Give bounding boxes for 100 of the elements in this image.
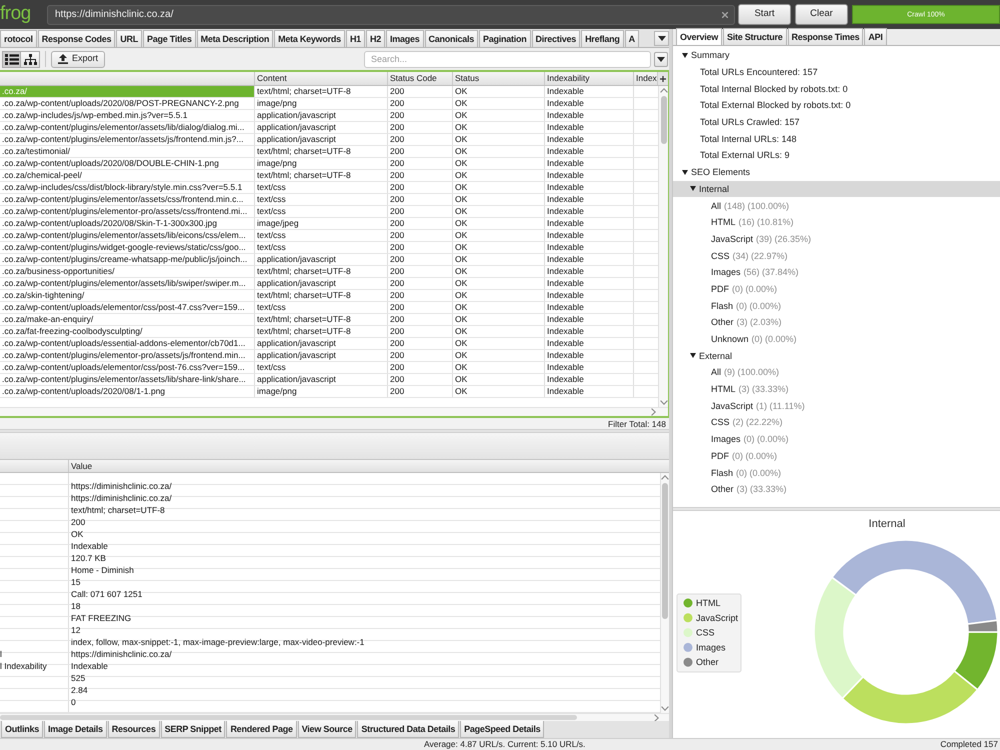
scroll-right-icon[interactable]	[654, 714, 659, 722]
view-toggle-button[interactable]	[2, 50, 21, 68]
tab[interactable]: Response Codes	[38, 30, 116, 47]
url-field[interactable]: https://diminishclinic.co.za/	[47, 4, 735, 24]
tab[interactable]: Meta Keywords	[274, 30, 345, 47]
tree-item[interactable]: Other (3) (2.03%)	[673, 314, 1000, 331]
tree-item[interactable]: JavaScript (39) (26.35%)	[673, 230, 1000, 248]
tree-item[interactable]: Total External URLs: 9	[673, 147, 1000, 164]
tab[interactable]: Outlinks	[1, 721, 44, 738]
triangle-down-icon[interactable]	[682, 52, 688, 58]
horizontal-scrollbar[interactable]	[0, 713, 669, 721]
triangle-down-icon[interactable]	[682, 170, 688, 175]
tab[interactable]: URL	[116, 30, 142, 47]
tree-item[interactable]: HTML (3) (33.33%)	[673, 380, 1000, 398]
tree-item[interactable]: Total External Blocked by robots.txt: 0	[673, 97, 1000, 114]
tree-item[interactable]: All (148) (100.00%)	[673, 197, 1000, 214]
column-header[interactable]: Status	[453, 72, 545, 85]
tab[interactable]: PageSpeed Details	[460, 721, 544, 738]
triangle-down-icon[interactable]	[690, 353, 696, 358]
tree-item[interactable]: Total URLs Crawled: 157	[673, 114, 1000, 130]
tree-item[interactable]: PDF (0) (0.00%)	[673, 280, 1000, 298]
tree-item[interactable]: Flash (0) (0.00%)	[673, 297, 1000, 314]
column-header[interactable]: Value	[69, 460, 669, 472]
tab[interactable]: Meta Description	[196, 30, 274, 47]
add-column-button[interactable]	[658, 72, 668, 85]
tab[interactable]: Rendered Page	[226, 721, 297, 738]
tab[interactable]: Page Titles	[143, 30, 196, 47]
tree-item[interactable]: Total Internal Blocked by robots.txt: 0	[673, 80, 1000, 98]
tab[interactable]: Hreflang	[581, 30, 624, 47]
tree-item[interactable]: Summary	[673, 47, 1000, 64]
horizontal-scrollbar[interactable]	[0, 407, 668, 416]
tab[interactable]: Image Details	[44, 721, 107, 738]
tab[interactable]: View Source	[298, 721, 356, 738]
toolbar-button[interactable]: Start	[738, 4, 791, 25]
tree-item[interactable]: CSS (2) (22.22%)	[673, 414, 1000, 431]
tab[interactable]: API	[864, 28, 887, 45]
scroll-down-icon[interactable]	[660, 400, 668, 405]
tree-item[interactable]: Total Internal URLs: 148	[673, 130, 1000, 148]
tree-item[interactable]: Other (3) (33.33%)	[673, 480, 1000, 498]
chart-title: Internal	[868, 518, 906, 530]
tab[interactable]: A	[624, 30, 639, 47]
table-cell: Indexable	[545, 230, 634, 241]
column-header[interactable]: Indexability	[545, 72, 634, 85]
scroll-up-icon[interactable]	[660, 88, 668, 93]
export-button[interactable]: Export	[51, 50, 106, 68]
tab[interactable]: Resources	[108, 721, 160, 738]
toolbar-button[interactable]: Clear	[795, 4, 848, 25]
tree-item[interactable]: External	[673, 347, 1000, 364]
tree-item[interactable]: JavaScript (1) (11.11%)	[673, 397, 1000, 414]
tree-item[interactable]: Total URLs Encountered: 157	[673, 64, 1000, 80]
sitemap-icon	[24, 54, 36, 64]
tree-item[interactable]: Unknown (0) (0.00%)	[673, 330, 1000, 348]
table-cell: Indexable	[545, 206, 634, 217]
table-cell: application/javascript	[255, 338, 388, 349]
table-cell: .co.za/wp-content/plugins/elementor/assets/css/frontend.min.c...	[0, 194, 255, 205]
tree-item[interactable]: HTML (16) (10.81%)	[673, 214, 1000, 231]
search-field[interactable]: Search...	[364, 50, 651, 68]
vertical-scrollbar[interactable]	[660, 473, 669, 713]
tab[interactable]: Directives	[532, 30, 580, 47]
table-cell: .co.za/wp-content/plugins/elementor/assets/lib/share-link/share...	[0, 374, 255, 385]
table-cell: 200	[388, 242, 453, 253]
tab[interactable]: H2	[366, 30, 385, 47]
tree-item[interactable]: Flash (0) (0.00%)	[673, 464, 1000, 481]
scrollbar-thumb[interactable]	[0, 715, 577, 720]
tab[interactable]: Response Times	[788, 28, 864, 45]
scroll-down-icon[interactable]	[661, 706, 669, 711]
filter-total: Filter Total: 148	[608, 418, 666, 428]
tree-item[interactable]: CSS (34) (22.97%)	[673, 247, 1000, 264]
tab[interactable]: H1	[346, 30, 365, 47]
tab[interactable]: Images	[386, 30, 424, 47]
search-options-button[interactable]	[654, 52, 668, 66]
tab[interactable]: Site Structure	[723, 28, 787, 45]
tab-menu-button[interactable]	[654, 31, 669, 46]
scroll-up-icon[interactable]	[661, 475, 669, 480]
tab[interactable]: SERP Snippet	[160, 721, 226, 738]
table-cell: Indexable	[545, 314, 634, 325]
tree-item[interactable]: All (9) (100.00%)	[673, 364, 1000, 381]
tab[interactable]: Pagination	[479, 30, 531, 47]
tab[interactable]: rotocol	[0, 30, 37, 47]
scroll-right-icon[interactable]	[651, 408, 656, 416]
tree-item[interactable]: SEO Elements	[673, 164, 1000, 180]
tab[interactable]: Structured Data Details	[357, 721, 460, 738]
column-header[interactable]: Content	[255, 72, 388, 85]
tab[interactable]: Canonicals	[424, 30, 478, 47]
tree-item[interactable]: Images (0) (0.00%)	[673, 430, 1000, 448]
tab[interactable]: Overview	[676, 28, 722, 45]
scrollbar-thumb[interactable]	[660, 96, 666, 144]
tree-item[interactable]: Images (56) (37.84%)	[673, 264, 1000, 281]
column-header[interactable]: Status Code	[388, 72, 453, 85]
view-toggle-button[interactable]	[21, 50, 40, 68]
tree-item[interactable]: PDF (0) (0.00%)	[673, 448, 1000, 464]
table-cell: OK	[453, 218, 545, 229]
tree-item[interactable]: Internal	[673, 180, 1000, 198]
scrollbar-thumb[interactable]	[662, 483, 668, 619]
table-cell: 200	[388, 182, 453, 193]
triangle-down-icon[interactable]	[690, 186, 696, 192]
table-cell: image/png	[255, 98, 388, 109]
vertical-scrollbar[interactable]	[658, 86, 668, 407]
clear-icon[interactable]	[722, 12, 728, 18]
table-cell: OK	[453, 278, 545, 289]
